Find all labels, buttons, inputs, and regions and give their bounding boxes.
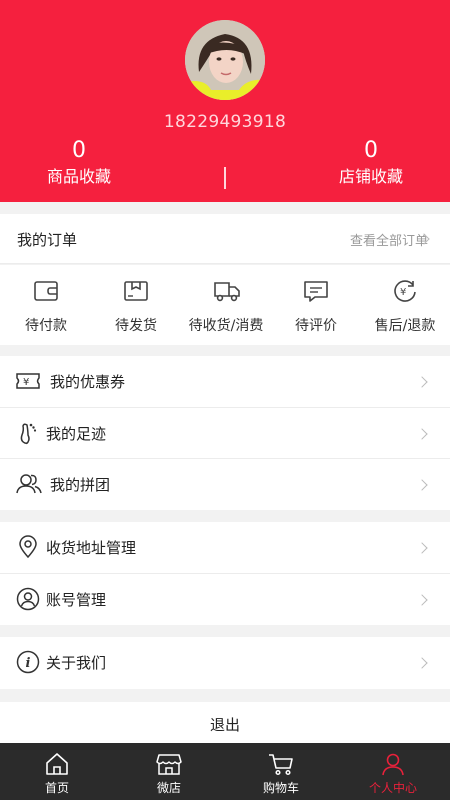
location-icon [19,535,37,559]
profile-header: 18229493918 0 商品收藏 0 店铺收藏 [0,0,450,202]
truck-icon [214,282,240,302]
chevron-right-icon [416,428,428,440]
svg-text:¥: ¥ [400,287,406,298]
menu-address-management-label: 收货地址管理 [46,539,137,557]
menu-coupons[interactable]: ¥ 我的优惠券 [0,356,450,408]
refund-icon: ¥ [394,280,416,302]
account-icon [16,587,40,611]
menu-group-buy-label: 我的拼团 [50,476,111,494]
tab-cart-label: 购物车 [262,781,299,795]
menu-address-management[interactable]: 收货地址管理 [0,522,450,574]
home-icon [46,753,68,775]
chevron-right-icon [416,542,428,554]
tab-store[interactable]: 微店 [113,743,225,800]
cart-icon [269,754,293,776]
chevron-right-icon [416,376,428,388]
logout-button[interactable]: 退出 [0,702,450,748]
wallet-icon [34,281,58,301]
tab-profile[interactable]: 个人中心 [337,743,449,800]
store-favorites-count: 0 [364,138,378,163]
chevron-right-icon [416,657,428,669]
product-favorites-label: 商品收藏 [46,167,111,186]
menu-account-management-label: 账号管理 [46,591,107,609]
comment-icon [304,281,328,302]
menu-group-settings: 收货地址管理 账号管理 [0,522,450,625]
order-pending-payment[interactable]: 待付款 [1,265,91,345]
order-after-sales[interactable]: ¥ 售后/退款 [360,265,450,345]
store-favorites[interactable]: 0 店铺收藏 [291,136,450,188]
tab-profile-label: 个人中心 [368,781,417,795]
tab-home-label: 首页 [44,781,69,795]
product-favorites-count: 0 [72,138,86,163]
menu-group-buy[interactable]: 我的拼团 [0,458,450,510]
tab-store-label: 微店 [156,781,181,795]
svg-text:i: i [26,656,31,671]
avatar[interactable] [185,20,265,100]
menu-about-us-label: 关于我们 [46,654,107,672]
chevron-right-icon [416,479,428,491]
order-pending-receipt[interactable]: 待收货/消费 [181,265,271,345]
menu-group-personal: ¥ 我的优惠券 我的足迹 我的拼团 [0,356,450,510]
bottom-tab-bar: 首页 微店 购物车 个人中心 [0,743,450,800]
menu-footprints[interactable]: 我的足迹 [0,407,450,459]
phone-number: 18229493918 [163,112,287,132]
package-icon [124,281,148,301]
menu-group-about: i 关于我们 [0,637,450,689]
menu-footprints-label: 我的足迹 [46,425,107,443]
info-icon: i [16,650,40,674]
menu-coupons-label: 我的优惠券 [50,373,126,391]
product-favorites[interactable]: 0 商品收藏 [0,136,159,188]
store-icon [156,754,182,775]
chevron-right-icon [416,594,428,606]
coupon-icon: ¥ [16,373,40,389]
tab-cart[interactable]: 购物车 [225,743,337,800]
my-orders-header: 我的订单 查看全部订单 [0,214,450,264]
order-after-sales-label: 售后/退款 [374,318,436,334]
order-pending-shipment[interactable]: 待发货 [91,265,181,345]
svg-text:¥: ¥ [23,377,29,388]
order-pending-review[interactable]: 待评价 [271,265,361,345]
stats-divider [224,167,226,189]
view-all-orders-link[interactable]: 查看全部订单 [350,230,428,249]
store-favorites-label: 店铺收藏 [338,167,403,186]
tab-home[interactable]: 首页 [1,743,113,800]
user-icon [382,753,404,776]
group-buy-icon [16,474,42,494]
order-status-row: 待付款 待发货 待收货/消费 待评价 ¥ 售后/退款 [0,265,450,345]
menu-about-us[interactable]: i 关于我们 [0,637,450,689]
footprint-icon [20,423,37,445]
menu-account-management[interactable]: 账号管理 [0,573,450,625]
my-orders-title: 我的订单 [17,231,78,249]
